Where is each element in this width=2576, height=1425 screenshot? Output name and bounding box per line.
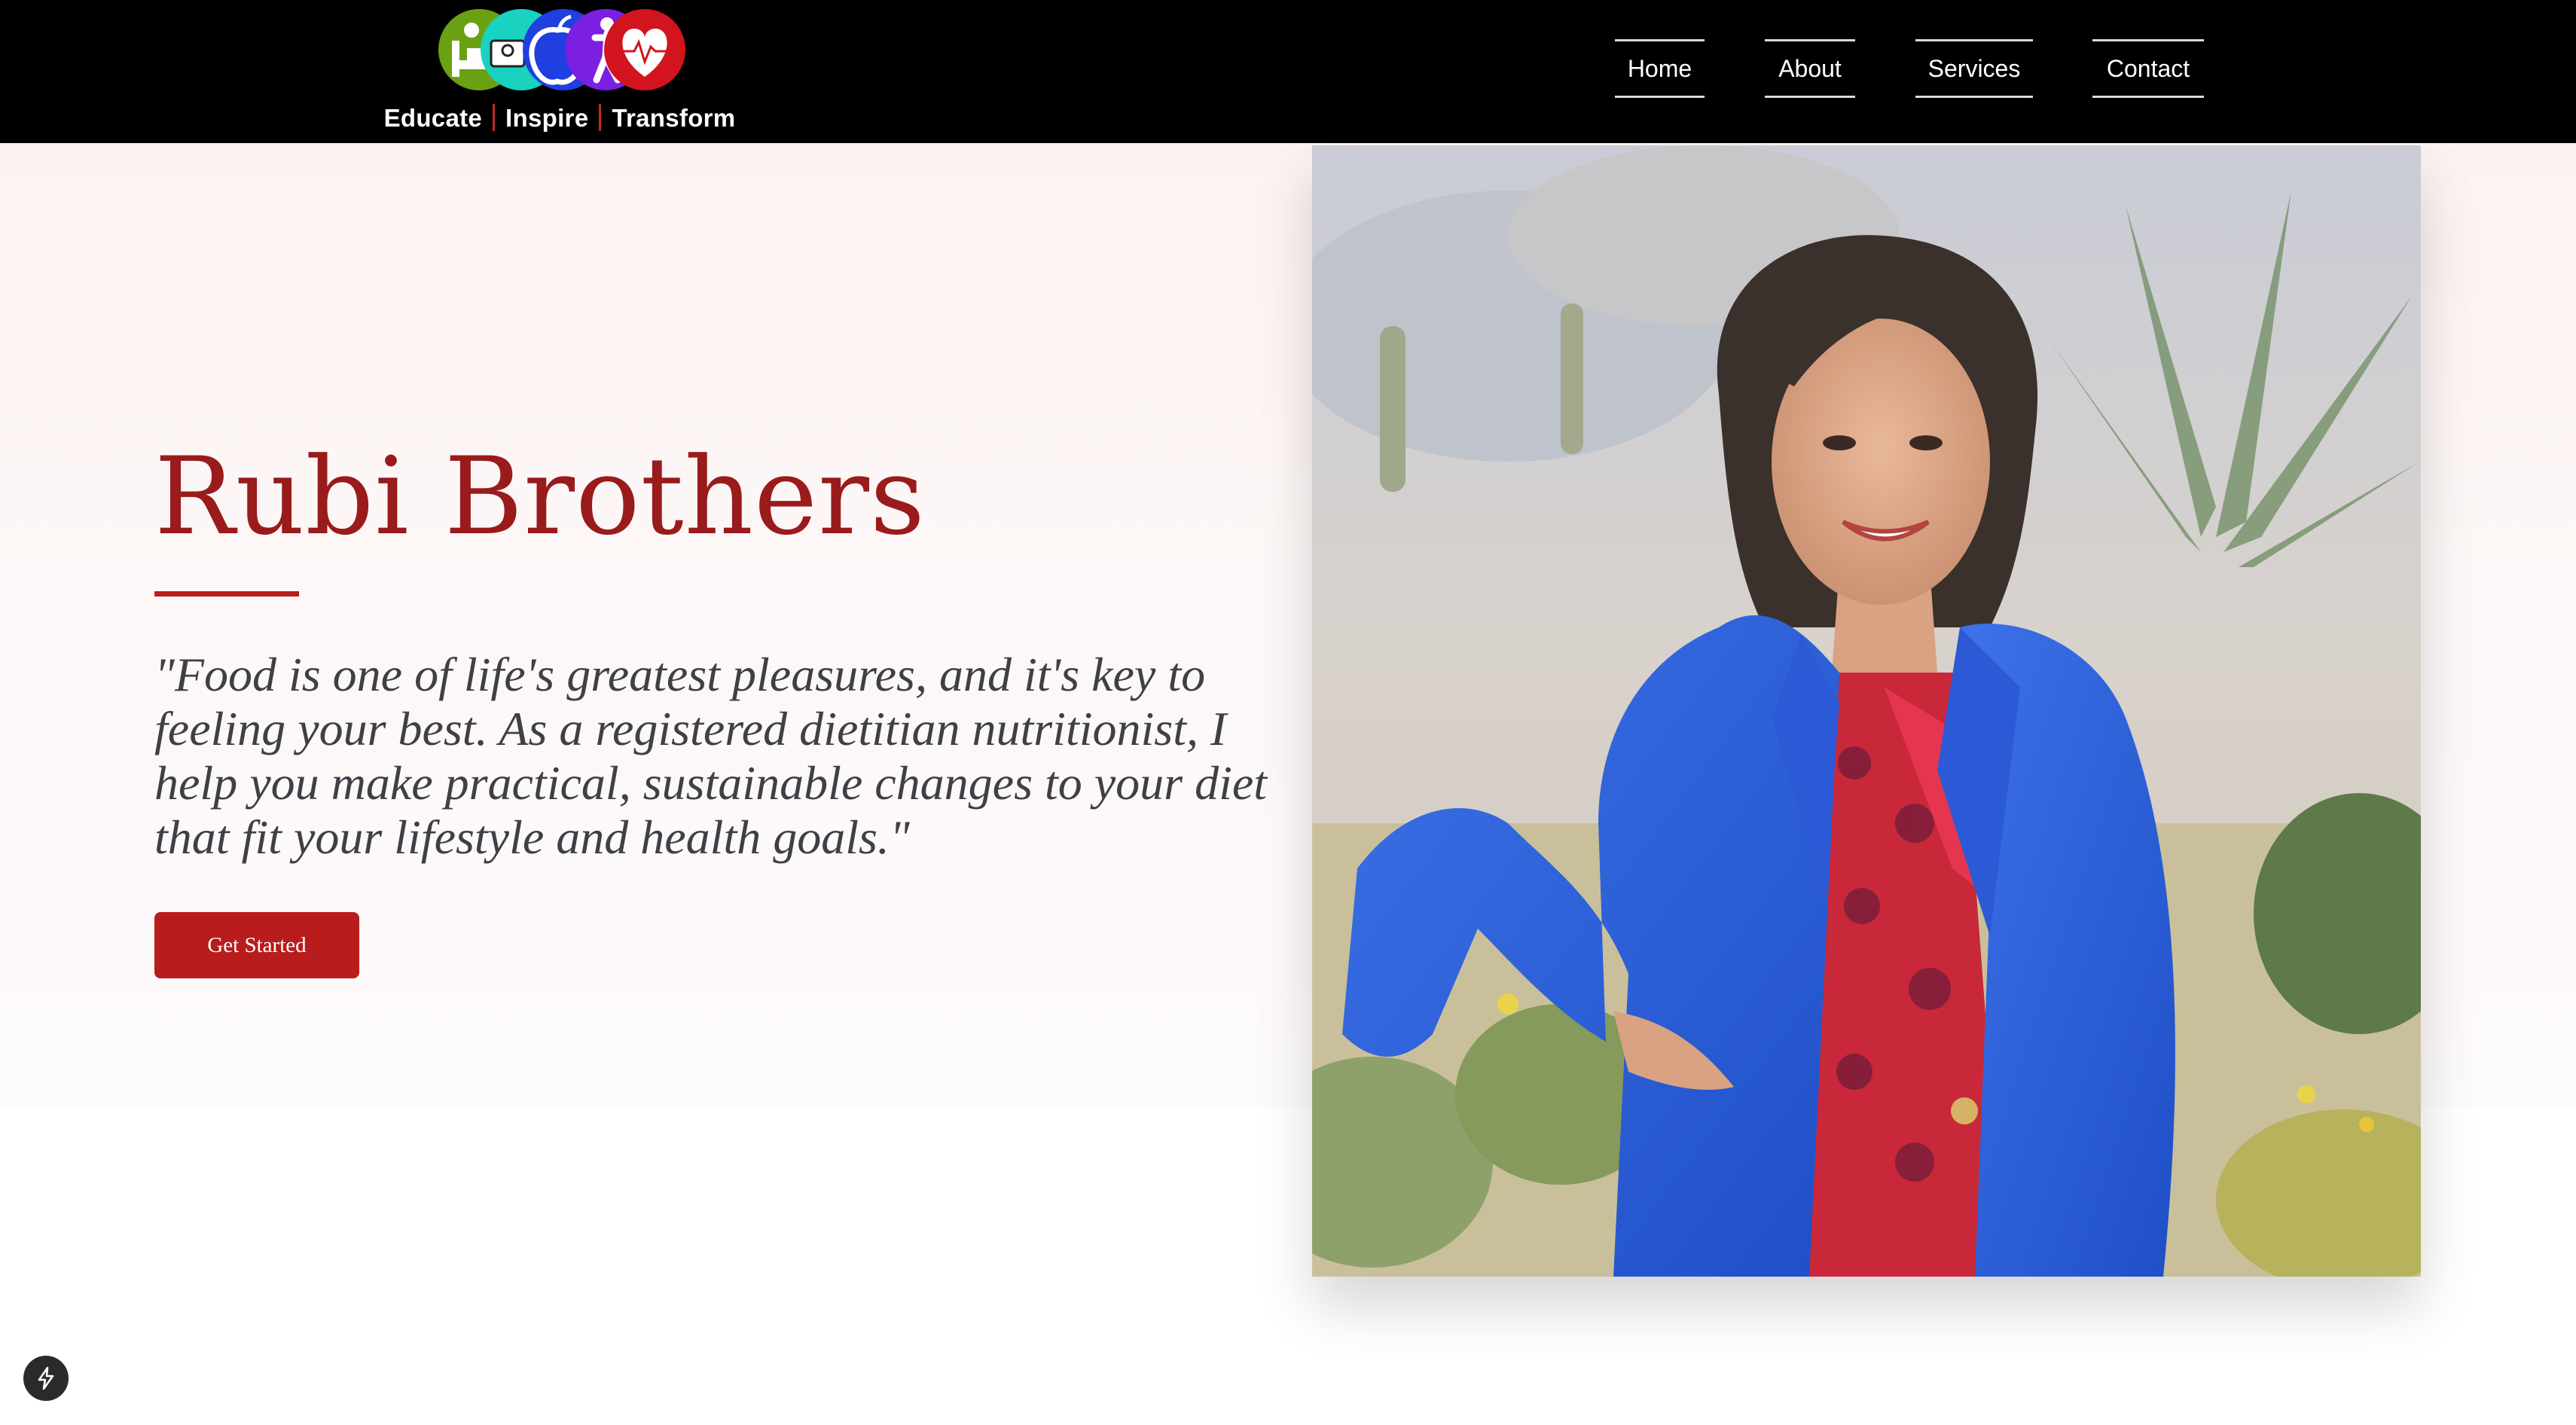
tagline-divider [599,104,602,131]
get-started-button[interactable]: Get Started [154,912,359,978]
portrait-photo [1312,145,2421,1277]
tagline-divider [493,104,496,131]
nav-about[interactable]: About [1765,39,1855,98]
site-logo[interactable]: Educate Inspire Transform [383,8,737,136]
logo-icons [438,9,685,90]
tagline-transform: Transform [612,104,736,132]
hero-quote: "Food is one of life's greatest pleasure… [154,648,1268,864]
nav-services[interactable]: Services [1915,39,2033,98]
heart-pulse-icon [604,9,685,90]
hero-title: Rubi Brothers [154,435,926,559]
tagline-educate: Educate [383,104,483,132]
nav-home[interactable]: Home [1615,39,1705,98]
portrait-image [1312,145,2421,1277]
bolt-icon [38,1366,54,1390]
nav-contact[interactable]: Contact [2092,39,2204,98]
logo-tagline: Educate Inspire Transform [383,104,737,133]
tagline-inspire: Inspire [505,104,589,132]
bolt-badge[interactable] [23,1356,69,1401]
title-underline [154,591,299,597]
site-header: Educate Inspire Transform Home About Servi… [0,0,2576,143]
